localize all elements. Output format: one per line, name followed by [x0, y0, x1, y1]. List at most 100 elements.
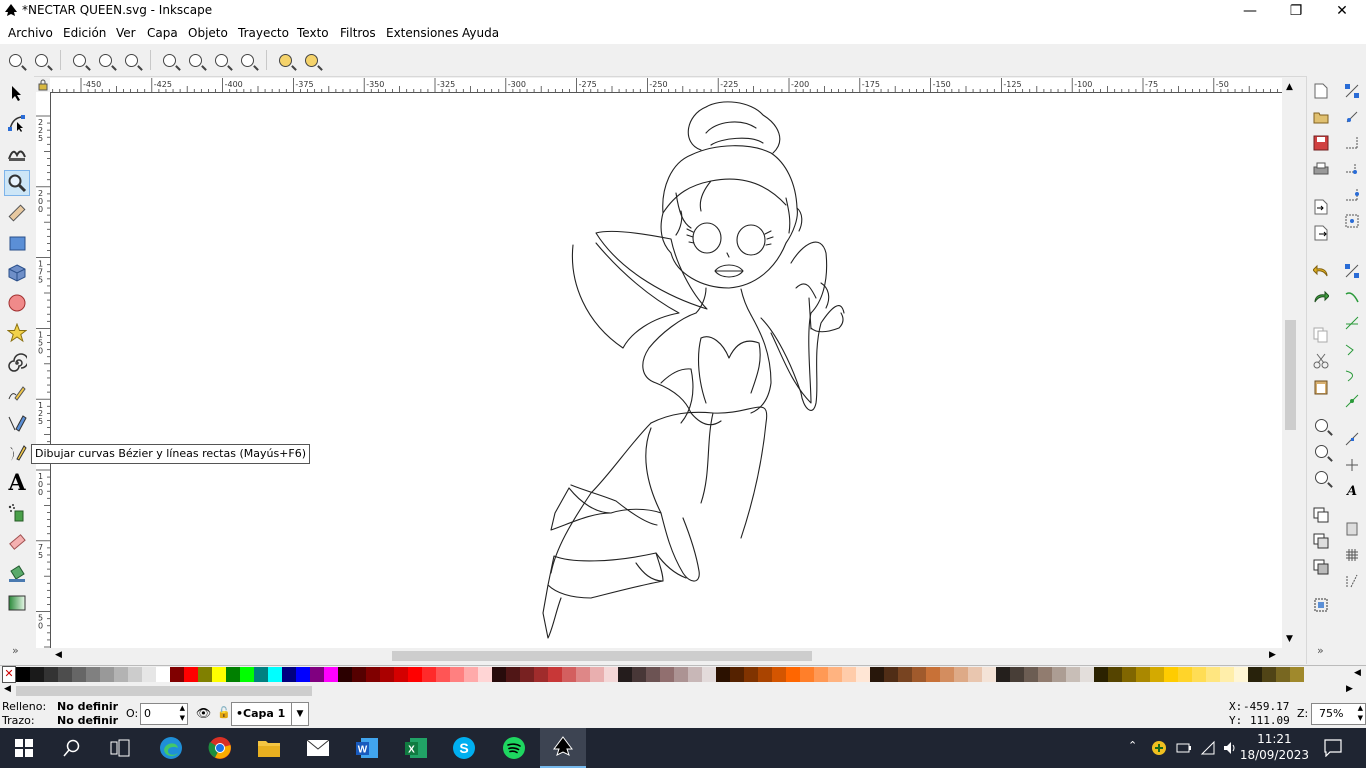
color-swatch[interactable]: [1150, 667, 1164, 682]
skype-button[interactable]: S: [444, 732, 484, 764]
search-button[interactable]: [52, 732, 92, 764]
export-button[interactable]: [1312, 224, 1330, 242]
excel-button[interactable]: X: [396, 732, 436, 764]
tweak-tool[interactable]: [4, 140, 30, 166]
color-swatch[interactable]: [968, 667, 982, 682]
clock[interactable]: 11:21 18/09/2023: [1240, 731, 1309, 763]
layer-visibility-icon[interactable]: 👁: [196, 706, 211, 720]
right-bar-more-icon[interactable]: »: [1317, 644, 1324, 657]
color-swatch[interactable]: [142, 667, 156, 682]
menu-ver[interactable]: Ver: [116, 26, 136, 40]
color-swatch[interactable]: [800, 667, 814, 682]
color-swatch[interactable]: [632, 667, 646, 682]
color-swatch[interactable]: [1038, 667, 1052, 682]
duplicate-button[interactable]: [1312, 506, 1330, 524]
print-button[interactable]: [1312, 160, 1330, 178]
color-swatch[interactable]: [856, 667, 870, 682]
zoom-page-right-button[interactable]: [1312, 468, 1330, 486]
color-swatch[interactable]: [548, 667, 562, 682]
snap-rotation-center-button[interactable]: [1343, 456, 1361, 474]
zoom-drawing-button[interactable]: [185, 50, 205, 70]
color-swatch[interactable]: [562, 667, 576, 682]
snap-nodes-button[interactable]: [1343, 262, 1361, 280]
scroll-left-icon[interactable]: ◀: [55, 650, 62, 660]
color-swatch[interactable]: [996, 667, 1010, 682]
zoom-page-width-button[interactable]: [237, 50, 257, 70]
color-swatch[interactable]: [576, 667, 590, 682]
start-button[interactable]: [4, 732, 44, 764]
color-swatch[interactable]: [898, 667, 912, 682]
color-swatch[interactable]: [1094, 667, 1108, 682]
zoom-drawing-right-button[interactable]: [1312, 442, 1330, 460]
gradient-tool[interactable]: [4, 590, 30, 616]
unlink-clone-button[interactable]: [1312, 558, 1330, 576]
color-swatch[interactable]: [1262, 667, 1276, 682]
color-swatch[interactable]: [926, 667, 940, 682]
snap-smooth-button[interactable]: [1343, 366, 1361, 384]
color-swatch[interactable]: [646, 667, 660, 682]
scroll-right-icon[interactable]: ▶: [1269, 650, 1276, 660]
zoom-out-button[interactable]: [31, 50, 51, 70]
color-swatch[interactable]: [240, 667, 254, 682]
spin-down-icon[interactable]: ▼: [180, 714, 185, 722]
snap-bbox-midpoint-button[interactable]: [1343, 186, 1361, 204]
color-swatch[interactable]: [702, 667, 716, 682]
color-swatch[interactable]: [1178, 667, 1192, 682]
color-swatch[interactable]: [100, 667, 114, 682]
color-swatch[interactable]: [1248, 667, 1262, 682]
node-tool[interactable]: [4, 110, 30, 136]
color-swatch[interactable]: [254, 667, 268, 682]
color-swatch[interactable]: [16, 667, 30, 682]
text-tool[interactable]: A: [4, 470, 30, 496]
color-swatch[interactable]: [184, 667, 198, 682]
tray-plus-icon[interactable]: [1151, 740, 1167, 756]
color-swatch[interactable]: [212, 667, 226, 682]
color-swatch[interactable]: [940, 667, 954, 682]
color-swatch[interactable]: [716, 667, 730, 682]
chevron-down-icon[interactable]: ▼: [291, 703, 308, 725]
color-swatch[interactable]: [366, 667, 380, 682]
edge-button[interactable]: [151, 732, 191, 764]
drawing-canvas[interactable]: [51, 93, 1282, 648]
color-swatch[interactable]: [380, 667, 394, 682]
color-swatch[interactable]: [282, 667, 296, 682]
stroke-value[interactable]: No definir: [57, 714, 118, 727]
layer-selector[interactable]: •Capa 1 ▼: [231, 702, 309, 726]
color-swatch[interactable]: [828, 667, 842, 682]
color-swatch[interactable]: [1052, 667, 1066, 682]
color-swatch[interactable]: [352, 667, 366, 682]
palette-scroll-right-icon[interactable]: ▶: [1346, 684, 1353, 694]
color-swatch[interactable]: [1164, 667, 1178, 682]
group-button[interactable]: [1312, 596, 1330, 614]
notifications-icon[interactable]: [1324, 739, 1342, 757]
snap-guides-button[interactable]: [1343, 572, 1361, 590]
task-view-button[interactable]: [100, 732, 140, 764]
color-swatch[interactable]: [296, 667, 310, 682]
color-swatch[interactable]: [884, 667, 898, 682]
zoom-in-button[interactable]: [5, 50, 25, 70]
palette-scrollbar[interactable]: ◀ ▶: [0, 684, 1366, 698]
color-swatch[interactable]: [688, 667, 702, 682]
import-button[interactable]: [1312, 198, 1330, 216]
color-swatch[interactable]: [226, 667, 240, 682]
snap-bbox-edge-button[interactable]: [1343, 134, 1361, 152]
chevron-up-icon[interactable]: ⌃: [1128, 739, 1137, 752]
vertical-scrollbar[interactable]: ▲ ▼: [1282, 78, 1299, 648]
ellipse-tool[interactable]: [4, 290, 30, 316]
color-swatch[interactable]: [674, 667, 688, 682]
toolbox-more-icon[interactable]: »: [12, 644, 19, 657]
snap-bbox-center-button[interactable]: [1343, 212, 1361, 230]
color-swatch[interactable]: [772, 667, 786, 682]
color-swatch[interactable]: [842, 667, 856, 682]
save-button[interactable]: [1312, 134, 1330, 152]
close-button[interactable]: ✕: [1319, 0, 1365, 22]
mail-button[interactable]: [298, 732, 338, 764]
horizontal-scrollbar[interactable]: ◀ ▶: [51, 648, 1282, 664]
zoom-page-button[interactable]: [211, 50, 231, 70]
selector-tool[interactable]: [4, 80, 30, 106]
snap-page-border-button[interactable]: [1343, 520, 1361, 538]
color-swatch[interactable]: [408, 667, 422, 682]
color-swatch[interactable]: [954, 667, 968, 682]
chrome-button[interactable]: [200, 732, 240, 764]
color-swatch[interactable]: [170, 667, 184, 682]
